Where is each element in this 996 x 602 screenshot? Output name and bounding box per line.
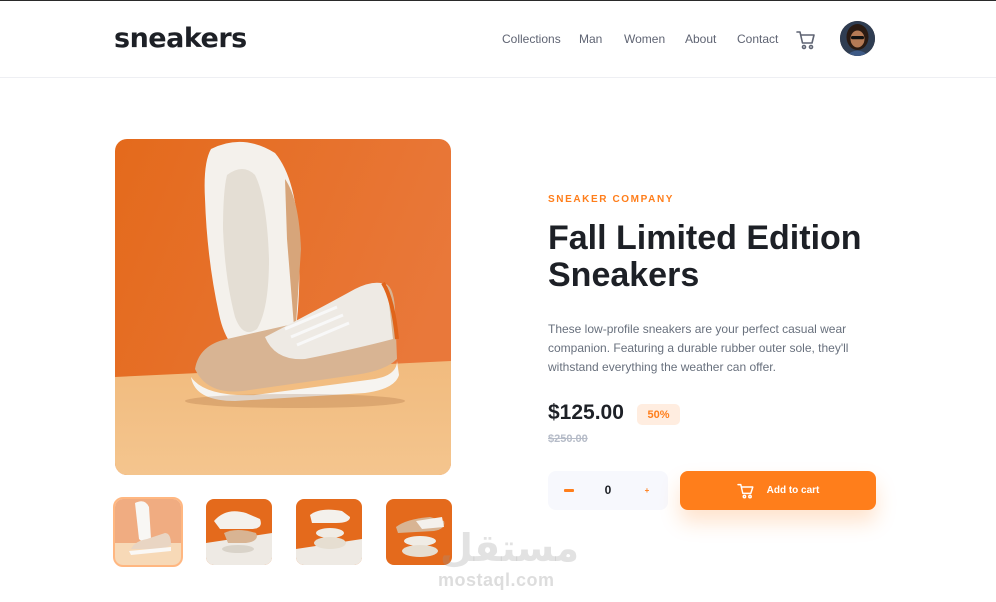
add-to-cart-button[interactable]: Add to cart <box>680 471 876 510</box>
company-label: SNEAKER COMPANY <box>548 194 675 205</box>
nav-contact[interactable]: Contact <box>737 32 778 46</box>
user-avatar[interactable] <box>840 21 875 56</box>
plus-icon[interactable]: + <box>638 481 656 499</box>
thumbnail-1[interactable] <box>113 497 183 567</box>
product-title: Fall Limited Edition Sneakers <box>548 219 862 294</box>
product-description: These low-profile sneakers are your perf… <box>548 322 849 374</box>
nav-about[interactable]: About <box>685 32 716 46</box>
nav-man[interactable]: Man <box>579 32 602 46</box>
add-to-cart-label: Add to cart <box>766 485 820 496</box>
cart-icon[interactable] <box>795 29 817 51</box>
nav-collections[interactable]: Collections <box>502 32 561 46</box>
product-main-image[interactable] <box>115 139 451 475</box>
thumbnail-3[interactable] <box>296 499 362 565</box>
discount-badge: 50% <box>637 404 680 425</box>
quantity-stepper: 0 + <box>548 471 668 510</box>
watermark-logo: مستقل <box>440 526 579 570</box>
watermark-url: mostaql.com <box>438 570 555 590</box>
nav-women[interactable]: Women <box>624 32 665 46</box>
current-price: $125.00 <box>548 401 624 424</box>
site-header: sneakers Collections Man Women About Con… <box>0 1 996 78</box>
brand-logo[interactable]: sneakers <box>114 23 247 54</box>
original-price: $250.00 <box>548 433 588 445</box>
thumbnail-2[interactable] <box>206 499 272 565</box>
minus-icon[interactable] <box>560 481 578 499</box>
quantity-value: 0 <box>604 483 612 497</box>
cart-icon <box>736 483 754 499</box>
